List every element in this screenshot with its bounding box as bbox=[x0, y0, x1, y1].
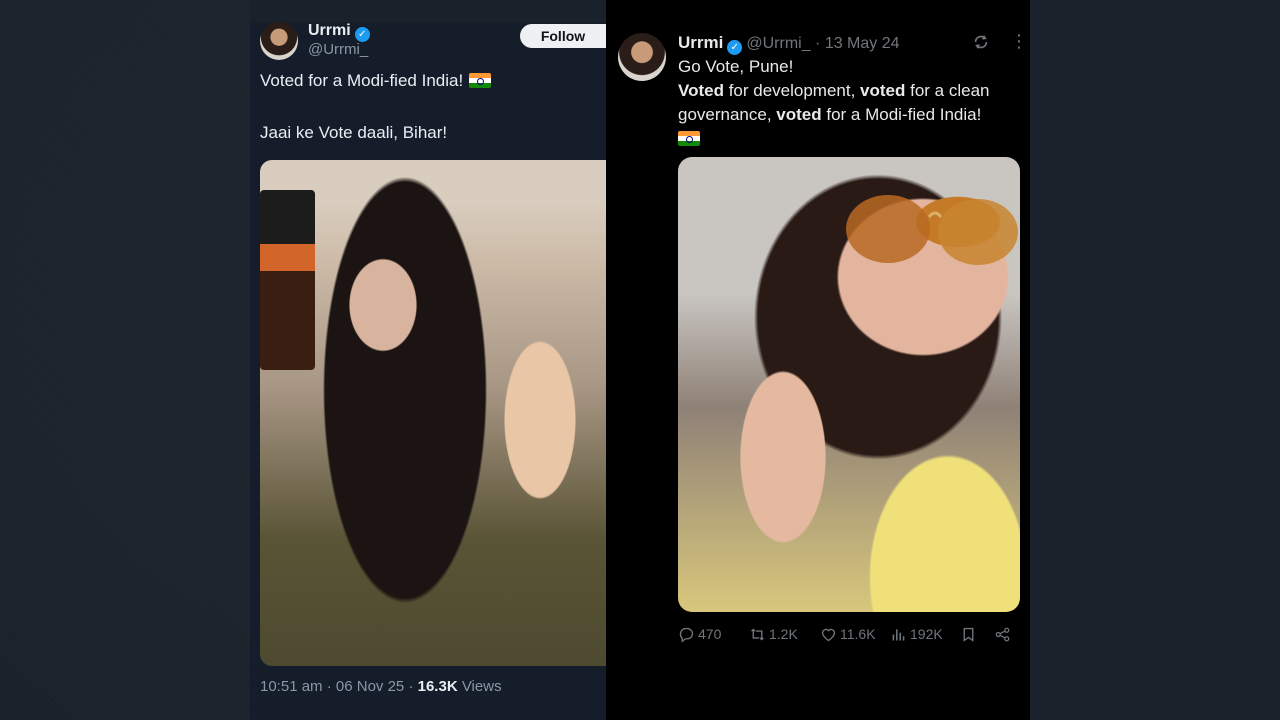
tweet-date[interactable]: 13 May 24 bbox=[825, 35, 900, 52]
text-bold-2: voted bbox=[860, 81, 906, 100]
author-name[interactable]: Urrmi ✓ @Urrmi_ · 13 May 24 bbox=[678, 33, 900, 55]
tweet-photo[interactable] bbox=[678, 157, 1020, 612]
tweet-line-1: Go Vote, Pune! bbox=[678, 57, 794, 76]
bookmark-button[interactable] bbox=[960, 624, 977, 644]
tweet-text: Voted for a Modi-fied India! Jaai ke Vot… bbox=[260, 70, 600, 144]
views-count: 192K bbox=[910, 626, 943, 642]
reply-icon bbox=[679, 627, 694, 643]
sunglasses-image bbox=[846, 195, 1018, 265]
left-tweet-header: Urrmi ✓ @Urrmi_ Follow bbox=[260, 22, 606, 62]
india-flag-icon bbox=[678, 131, 700, 146]
share-icon bbox=[995, 627, 1010, 641]
more-icon[interactable]: ⋮ bbox=[1010, 32, 1028, 50]
tweet-photo[interactable] bbox=[260, 160, 606, 666]
india-flag-icon bbox=[469, 73, 492, 88]
text-bold-1: Voted bbox=[678, 81, 724, 100]
tweet-line-2: Jaai ke Vote daali, Bihar! bbox=[260, 123, 448, 142]
reply-button[interactable]: 470 bbox=[678, 624, 721, 644]
verified-badge-icon: ✓ bbox=[727, 40, 743, 55]
author-name-text: Urrmi bbox=[678, 33, 724, 52]
repost-icon bbox=[751, 627, 764, 641]
views-button[interactable]: 192K bbox=[890, 624, 943, 644]
top-strip bbox=[250, 0, 606, 22]
left-tweet-card: Urrmi ✓ @Urrmi_ Follow Voted for a Modi-f… bbox=[250, 0, 606, 720]
tweet-meta: 10:51 am · 06 Nov 25 · 16.3K Views bbox=[260, 678, 502, 695]
grok-icon[interactable] bbox=[972, 33, 990, 51]
bookmark-icon bbox=[963, 627, 974, 642]
tweet-line-1: Voted for a Modi-fied India! bbox=[260, 71, 464, 90]
views-label: Views bbox=[461, 678, 502, 695]
repost-button[interactable]: 1.2K bbox=[749, 624, 798, 644]
author-name-text: Urrmi bbox=[308, 22, 351, 39]
share-button[interactable] bbox=[994, 624, 1011, 644]
like-button[interactable]: 11.6K bbox=[820, 624, 876, 644]
reply-count: 470 bbox=[698, 626, 722, 642]
tweet-actions: 470 1.2K 11.6K 192K bbox=[678, 624, 1018, 644]
tweet-date[interactable]: 06 Nov 25 bbox=[336, 678, 404, 695]
tweet-text: Go Vote, Pune! Voted for development, vo… bbox=[678, 55, 1023, 151]
follow-button[interactable]: Follow bbox=[520, 24, 606, 48]
avatar[interactable] bbox=[260, 22, 298, 60]
author-handle[interactable]: @Urrmi_ bbox=[746, 35, 810, 52]
verified-badge-icon: ✓ bbox=[354, 27, 370, 42]
views-icon bbox=[892, 628, 905, 640]
tweet-time[interactable]: 10:51 am bbox=[260, 678, 323, 695]
repost-count: 1.2K bbox=[769, 626, 798, 642]
views-count: 16.3K bbox=[417, 678, 458, 695]
bottle-image bbox=[260, 190, 315, 370]
text-run-1: for development, bbox=[723, 81, 861, 100]
text-bold-3: voted bbox=[776, 105, 822, 124]
author-name[interactable]: Urrmi ✓ bbox=[308, 22, 370, 42]
text-run-3: for a Modi-fied India! bbox=[821, 105, 982, 124]
like-icon bbox=[821, 628, 836, 641]
tweet-line-2: Voted for development, voted for a clean… bbox=[678, 79, 1023, 127]
avatar[interactable] bbox=[618, 33, 666, 81]
right-tweet-card: Urrmi ✓ @Urrmi_ · 13 May 24 ⋮ Go Vote, Pun… bbox=[606, 0, 1030, 720]
author-handle[interactable]: @Urrmi_ bbox=[308, 41, 368, 58]
like-count: 11.6K bbox=[840, 626, 876, 642]
